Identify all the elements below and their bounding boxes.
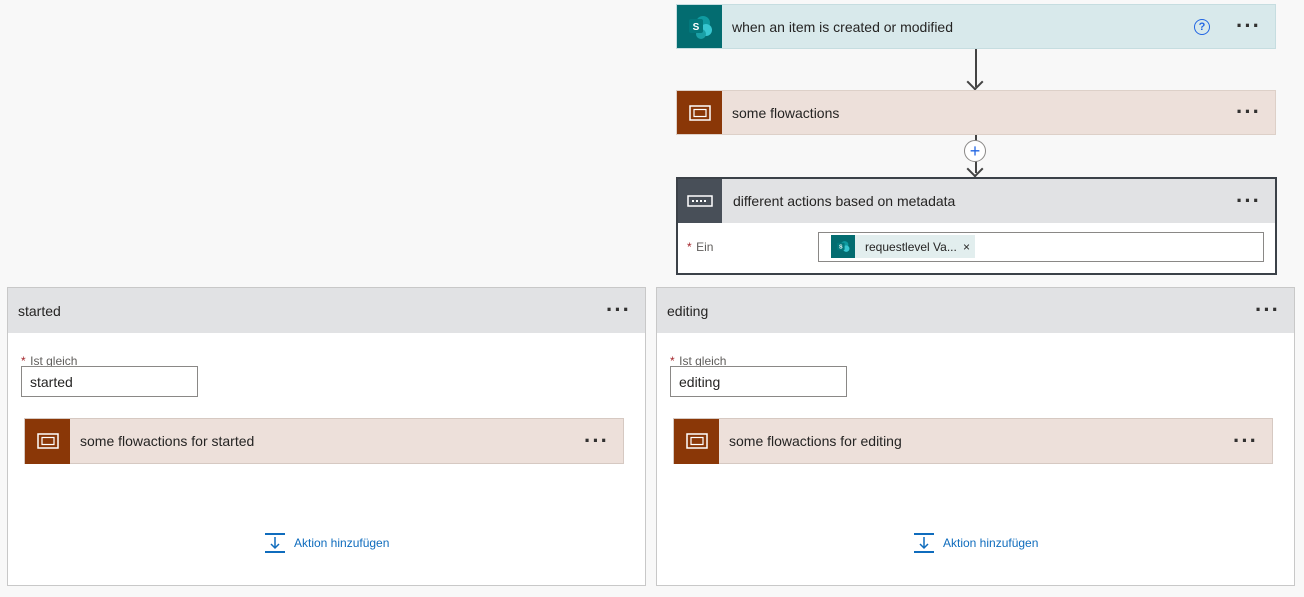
- equals-input[interactable]: editing: [670, 366, 847, 397]
- token-label: requestlevel Va...: [865, 239, 957, 254]
- inner-action-title: some flowactions for started: [80, 433, 255, 449]
- more-options-icon[interactable]: [1255, 305, 1280, 316]
- sharepoint-icon: S: [677, 5, 722, 48]
- inner-action-card[interactable]: some flowactions for started: [24, 418, 624, 464]
- remove-token-icon[interactable]: ×: [963, 240, 970, 254]
- on-label: Ein: [696, 240, 714, 254]
- case-editing[interactable]: editing * Ist gleich editing some flowac…: [656, 287, 1295, 586]
- add-action-icon: [913, 532, 935, 554]
- switch-title: different actions based on metadata: [733, 193, 956, 209]
- switch-field-label: * Ein: [687, 238, 713, 256]
- more-options-icon[interactable]: [1236, 21, 1261, 32]
- case-header[interactable]: editing: [657, 288, 1294, 333]
- required-marker: *: [687, 240, 692, 254]
- action-title: some flowactions: [732, 104, 840, 121]
- trigger-title: when an item is created or modified: [732, 18, 953, 35]
- add-action-icon: [264, 532, 286, 554]
- case-title: editing: [667, 302, 709, 319]
- more-options-icon[interactable]: [1236, 107, 1261, 118]
- scope-icon: [25, 418, 70, 464]
- case-started[interactable]: started * Ist gleich started some flowac…: [7, 287, 646, 586]
- equals-input[interactable]: started: [21, 366, 198, 397]
- switch-icon: [678, 179, 722, 223]
- scope-icon: [674, 418, 719, 464]
- insert-step-button[interactable]: +: [964, 140, 986, 162]
- inner-action-title: some flowactions for editing: [729, 433, 902, 449]
- svg-text:S: S: [839, 244, 843, 250]
- more-options-icon[interactable]: [584, 436, 609, 447]
- trigger-card[interactable]: S when an item is created or modified ?: [676, 4, 1276, 49]
- add-action-label: Aktion hinzufügen: [943, 536, 1039, 550]
- case-title: started: [18, 302, 61, 319]
- dynamic-content-token[interactable]: S requestlevel Va... ×: [831, 235, 975, 258]
- more-options-icon[interactable]: [1236, 196, 1261, 207]
- svg-text:S: S: [692, 22, 699, 33]
- arrow-down-icon: [966, 73, 984, 91]
- switch-header[interactable]: different actions based on metadata: [678, 179, 1275, 223]
- more-options-icon[interactable]: [606, 305, 631, 316]
- add-action-button[interactable]: Aktion hinzufügen: [264, 532, 389, 554]
- sharepoint-icon: S: [831, 235, 855, 258]
- arrow-down-icon: [966, 160, 984, 178]
- more-options-icon[interactable]: [1233, 436, 1258, 447]
- add-action-label: Aktion hinzufügen: [294, 536, 390, 550]
- inner-action-card[interactable]: some flowactions for editing: [673, 418, 1273, 464]
- action-card[interactable]: some flowactions: [676, 90, 1276, 135]
- scope-icon: [677, 91, 722, 134]
- add-action-button[interactable]: Aktion hinzufügen: [913, 532, 1038, 554]
- case-header[interactable]: started: [8, 288, 645, 333]
- help-icon[interactable]: ?: [1194, 18, 1211, 35]
